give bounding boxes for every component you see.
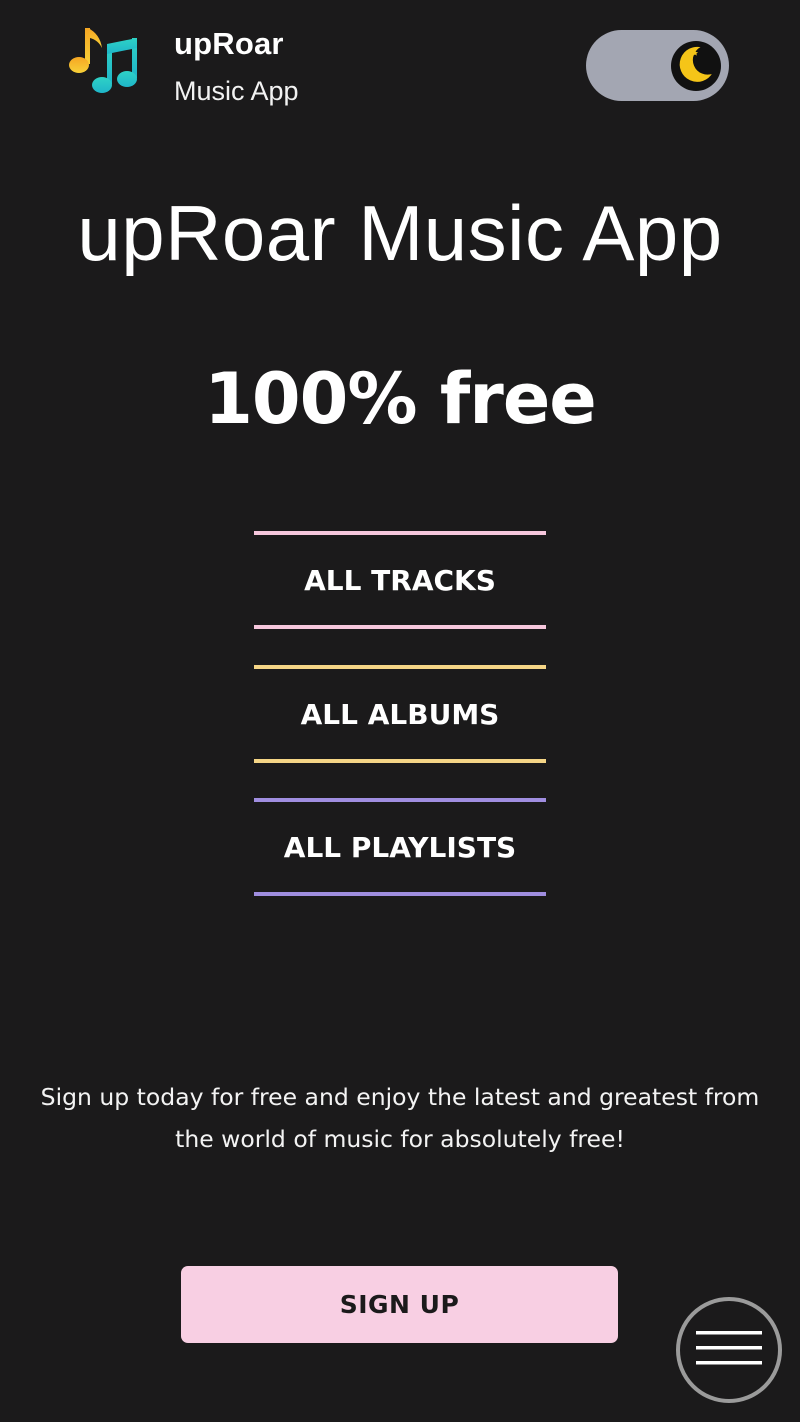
brand-subtitle: Music App [174,76,299,106]
all-albums-link[interactable]: ALL ALBUMS [254,665,546,763]
music-notes-icon [66,22,144,96]
all-tracks-link[interactable]: ALL TRACKS [254,531,546,629]
sign-up-button[interactable]: SIGN UP [181,1266,618,1343]
hamburger-menu-icon [696,1330,762,1370]
home-page: upRoar Music App upRoar Music App 100% f… [0,0,800,1422]
moon-stars-icon [675,43,717,89]
toggle-knob [671,41,721,91]
theme-toggle[interactable] [586,30,729,101]
all-playlists-link[interactable]: ALL PLAYLISTS [254,798,546,896]
brand-name: upRoar [174,26,284,61]
signup-blurb: Sign up today for free and enjoy the lat… [40,1083,760,1153]
menu-button[interactable] [676,1297,782,1403]
hero-title: upRoar Music App [77,189,723,277]
hero-subtitle: 100% free [204,358,597,440]
